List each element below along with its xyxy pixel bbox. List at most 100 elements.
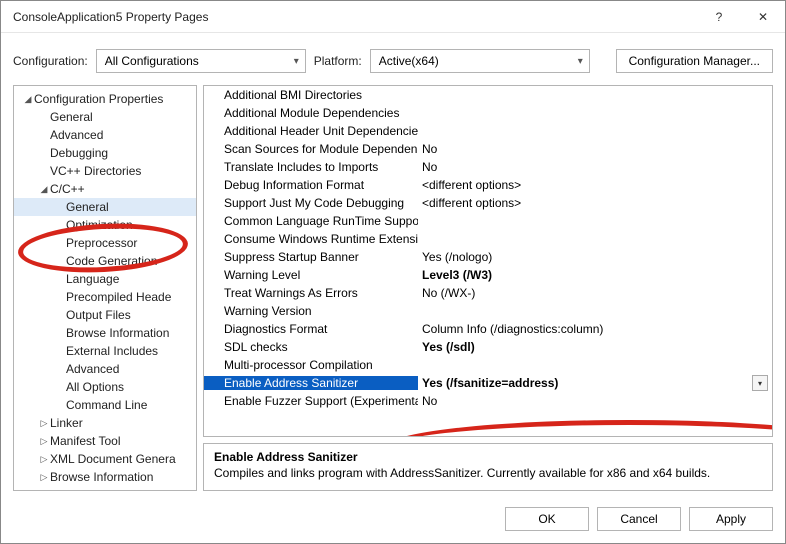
- property-name: Suppress Startup Banner: [204, 250, 418, 264]
- property-name: SDL checks: [204, 340, 418, 354]
- description-body: Compiles and links program with AddressS…: [214, 466, 762, 480]
- property-value[interactable]: Yes (/sdl): [418, 340, 772, 354]
- property-name: Additional BMI Directories: [204, 88, 418, 102]
- configuration-value: All Configurations: [105, 54, 199, 68]
- property-row[interactable]: SDL checksYes (/sdl): [204, 338, 772, 356]
- expand-closed-icon[interactable]: ▷: [38, 436, 50, 447]
- property-value[interactable]: Level3 (/W3): [418, 268, 772, 282]
- property-row[interactable]: Debug Information Format<different optio…: [204, 176, 772, 194]
- property-row[interactable]: Enable Address SanitizerYes (/fsanitize=…: [204, 374, 772, 392]
- tree-node[interactable]: General: [14, 108, 196, 126]
- tree-node-label: Optimization: [66, 218, 133, 232]
- tree-node[interactable]: Advanced: [14, 360, 196, 378]
- tree-node[interactable]: Preprocessor: [14, 234, 196, 252]
- property-value[interactable]: Column Info (/diagnostics:column): [418, 322, 772, 336]
- property-name: Warning Version: [204, 304, 418, 318]
- chevron-down-icon[interactable]: ▾: [752, 375, 768, 391]
- tree-node[interactable]: Advanced: [14, 126, 196, 144]
- tree-node[interactable]: ▷Linker: [14, 414, 196, 432]
- tree-node-label: VC++ Directories: [50, 164, 141, 178]
- expand-closed-icon[interactable]: ▷: [38, 454, 50, 465]
- property-row[interactable]: Additional Header Unit Dependencies: [204, 122, 772, 140]
- tree-node[interactable]: ▷XML Document Genera: [14, 450, 196, 468]
- tree-node[interactable]: ◢C/C++: [14, 180, 196, 198]
- platform-combo[interactable]: Active(x64) ▾: [370, 49, 590, 73]
- right-pane: Additional BMI Directories Additional Mod…: [203, 85, 773, 491]
- configuration-combo[interactable]: All Configurations ▾: [96, 49, 306, 73]
- tree-node-label: General: [50, 110, 93, 124]
- property-row[interactable]: Additional BMI Directories: [204, 86, 772, 104]
- expand-open-icon[interactable]: ◢: [38, 184, 50, 195]
- tree-node-label: Browse Information: [50, 470, 153, 484]
- dialog-buttons: OK Cancel Apply: [1, 499, 785, 543]
- property-name: Additional Module Dependencies: [204, 106, 418, 120]
- property-row[interactable]: Enable Fuzzer Support (Experimental)No: [204, 392, 772, 410]
- configuration-manager-button[interactable]: Configuration Manager...: [616, 49, 773, 73]
- tree-node[interactable]: Precompiled Heade: [14, 288, 196, 306]
- tree-node-label: Code Generation: [66, 254, 157, 268]
- property-value[interactable]: Yes (/fsanitize=address): [418, 376, 752, 390]
- nav-tree[interactable]: ◢Configuration Properties General Advanced…: [13, 85, 197, 491]
- tree-node-label: Advanced: [66, 362, 119, 376]
- property-row[interactable]: Diagnostics FormatColumn Info (/diagnost…: [204, 320, 772, 338]
- property-row[interactable]: Multi-processor Compilation: [204, 356, 772, 374]
- property-name: Debug Information Format: [204, 178, 418, 192]
- property-value[interactable]: No: [418, 160, 772, 174]
- titlebar: ConsoleApplication5 Property Pages ? ✕: [1, 1, 785, 33]
- property-row[interactable]: Support Just My Code Debugging<different…: [204, 194, 772, 212]
- property-name: Common Language RunTime Support: [204, 214, 418, 228]
- tree-node-label: External Includes: [66, 344, 158, 358]
- cancel-button[interactable]: Cancel: [597, 507, 681, 531]
- tree-node[interactable]: Optimization: [14, 216, 196, 234]
- tree-node-label: Browse Information: [66, 326, 169, 340]
- apply-button[interactable]: Apply: [689, 507, 773, 531]
- property-row[interactable]: Consume Windows Runtime Extension: [204, 230, 772, 248]
- property-grid[interactable]: Additional BMI Directories Additional Mod…: [203, 85, 773, 437]
- tree-node[interactable]: Command Line: [14, 396, 196, 414]
- property-value[interactable]: No: [418, 142, 772, 156]
- property-row[interactable]: Scan Sources for Module DependenciesNo: [204, 140, 772, 158]
- tree-node[interactable]: Debugging: [14, 144, 196, 162]
- config-toolbar: Configuration: All Configurations ▾ Plat…: [1, 33, 785, 85]
- property-value[interactable]: No (/WX-): [418, 286, 772, 300]
- ok-button[interactable]: OK: [505, 507, 589, 531]
- property-name: Additional Header Unit Dependencies: [204, 124, 418, 138]
- property-value[interactable]: No: [418, 394, 772, 408]
- close-icon[interactable]: ✕: [741, 1, 785, 33]
- expand-closed-icon[interactable]: ▷: [38, 418, 50, 429]
- tree-node-label: Output Files: [66, 308, 131, 322]
- property-value[interactable]: <different options>: [418, 196, 772, 210]
- property-value[interactable]: <different options>: [418, 178, 772, 192]
- property-name: Treat Warnings As Errors: [204, 286, 418, 300]
- tree-node-label: General: [66, 200, 109, 214]
- tree-node[interactable]: ◢Configuration Properties: [14, 90, 196, 108]
- property-row[interactable]: Additional Module Dependencies: [204, 104, 772, 122]
- property-row[interactable]: Suppress Startup BannerYes (/nologo): [204, 248, 772, 266]
- expand-open-icon[interactable]: ◢: [22, 94, 34, 105]
- property-row[interactable]: Treat Warnings As ErrorsNo (/WX-): [204, 284, 772, 302]
- help-icon[interactable]: ?: [697, 1, 741, 33]
- tree-node-label: XML Document Genera: [50, 452, 176, 466]
- property-row[interactable]: Warning Version: [204, 302, 772, 320]
- tree-node[interactable]: ▷Manifest Tool: [14, 432, 196, 450]
- tree-node[interactable]: ▷Browse Information: [14, 468, 196, 486]
- platform-label: Platform:: [314, 54, 362, 68]
- tree-node[interactable]: General: [14, 198, 196, 216]
- property-pages-dialog: ConsoleApplication5 Property Pages ? ✕ C…: [0, 0, 786, 544]
- description-title: Enable Address Sanitizer: [214, 450, 762, 464]
- tree-node[interactable]: Browse Information: [14, 324, 196, 342]
- tree-node-label: C/C++: [50, 182, 85, 196]
- expand-closed-icon[interactable]: ▷: [38, 472, 50, 483]
- tree-node[interactable]: Language: [14, 270, 196, 288]
- tree-node[interactable]: Output Files: [14, 306, 196, 324]
- tree-node[interactable]: Code Generation: [14, 252, 196, 270]
- property-name: Scan Sources for Module Dependencies: [204, 142, 418, 156]
- tree-node[interactable]: VC++ Directories: [14, 162, 196, 180]
- tree-node-label: Manifest Tool: [50, 434, 120, 448]
- property-row[interactable]: Warning LevelLevel3 (/W3): [204, 266, 772, 284]
- property-row[interactable]: Common Language RunTime Support: [204, 212, 772, 230]
- property-row[interactable]: Translate Includes to ImportsNo: [204, 158, 772, 176]
- property-value[interactable]: Yes (/nologo): [418, 250, 772, 264]
- tree-node[interactable]: External Includes: [14, 342, 196, 360]
- tree-node[interactable]: All Options: [14, 378, 196, 396]
